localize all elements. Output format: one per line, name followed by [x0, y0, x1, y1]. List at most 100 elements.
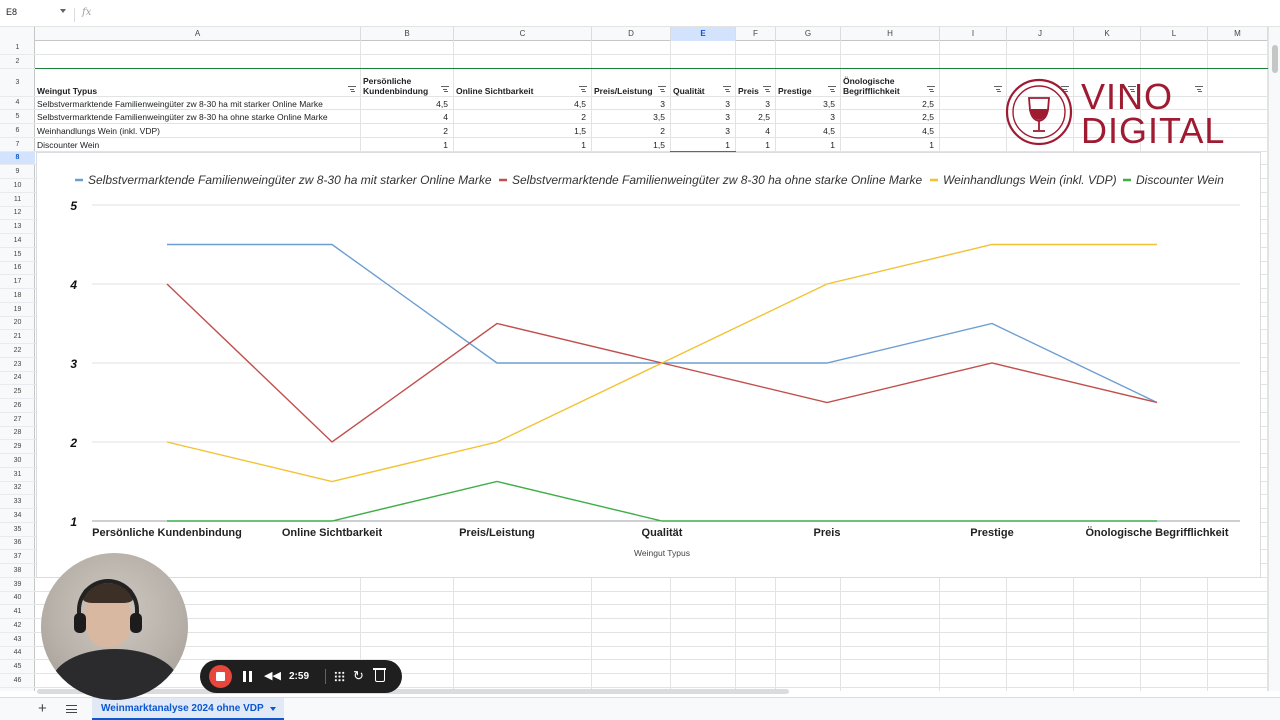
filter-icon[interactable] [579, 85, 587, 92]
row-header-26[interactable]: 26 [0, 399, 35, 413]
filter-icon[interactable] [927, 85, 935, 92]
trash-icon[interactable] [373, 668, 386, 682]
row-header-45[interactable]: 45 [0, 660, 35, 674]
column-header-g[interactable]: G [776, 27, 841, 41]
table-value-cell[interactable]: 3 [778, 112, 839, 123]
sheet-tab-active[interactable]: Weinmarktanalyse 2024 ohne VDP [92, 698, 284, 720]
sheet-tab-dropdown-icon[interactable] [270, 707, 276, 711]
column-header-k[interactable]: K [1074, 27, 1141, 41]
table-value-cell[interactable]: 1 [778, 140, 839, 151]
column-header-l[interactable]: L [1141, 27, 1208, 41]
table-value-cell[interactable]: 2,5 [843, 112, 938, 123]
column-header-m[interactable]: M [1208, 27, 1268, 41]
table-value-cell[interactable]: 3 [673, 126, 734, 137]
row-header-8[interactable]: 8 [0, 151, 35, 166]
table-value-cell[interactable]: 4,5 [456, 99, 590, 110]
filter-icon[interactable] [994, 85, 1002, 92]
row-header-32[interactable]: 32 [0, 482, 35, 496]
table-value-cell[interactable]: 2 [363, 126, 452, 137]
row-header-31[interactable]: 31 [0, 468, 35, 482]
table-header-cell[interactable]: Önologische Begrifflichkeit [843, 71, 926, 96]
row-header-24[interactable]: 24 [0, 372, 35, 386]
row-header-22[interactable]: 22 [0, 344, 35, 358]
table-value-cell[interactable]: 1,5 [594, 140, 669, 151]
row-header-11[interactable]: 11 [0, 193, 35, 207]
table-value-cell[interactable]: 4,5 [363, 99, 452, 110]
line-chart[interactable]: 1 2 3 4 5 Persönliche Kundenbindung Online Sic… [36, 152, 1261, 578]
name-box-dropdown-icon[interactable] [60, 9, 66, 13]
row-header-25[interactable]: 25 [0, 385, 35, 399]
row-header-15[interactable]: 15 [0, 248, 35, 262]
table-header-cell[interactable]: Preis [738, 71, 762, 96]
filter-icon[interactable] [763, 85, 771, 92]
column-header-a[interactable]: A [35, 27, 361, 41]
row-header-41[interactable]: 41 [0, 605, 35, 619]
table-value-cell[interactable]: 4 [738, 126, 774, 137]
table-value-cell[interactable]: 3,5 [778, 99, 839, 110]
row-header-37[interactable]: 37 [0, 550, 35, 564]
row-header-28[interactable]: 28 [0, 427, 35, 441]
table-value-cell[interactable]: 1 [456, 140, 590, 151]
table-value-cell[interactable]: 4,5 [843, 126, 938, 137]
table-value-cell[interactable]: 3 [673, 99, 734, 110]
row-header-39[interactable]: 39 [0, 578, 35, 592]
row-header-9[interactable]: 9 [0, 165, 35, 179]
filter-icon[interactable] [658, 85, 666, 92]
row-header-4[interactable]: 4 [0, 97, 35, 111]
vertical-scrollbar[interactable] [1268, 27, 1280, 691]
table-value-cell[interactable]: 3 [594, 99, 669, 110]
column-header-c[interactable]: C [454, 27, 592, 41]
row-header-16[interactable]: 16 [0, 262, 35, 276]
row-header-12[interactable]: 12 [0, 207, 35, 221]
row-header-3[interactable]: 3 [0, 69, 35, 97]
table-header-cell[interactable]: Persönliche Kundenbindung [363, 71, 440, 96]
table-row-label[interactable]: Selbstvermarktende Familienweingüter zw … [37, 112, 359, 123]
restart-icon[interactable]: ↻ [353, 669, 364, 683]
table-value-cell[interactable]: 3,5 [594, 112, 669, 123]
pause-icon[interactable] [243, 671, 252, 682]
row-header-7[interactable]: 7 [0, 138, 35, 152]
table-header-cell[interactable]: Qualität [673, 71, 722, 96]
table-row-label[interactable]: Selbstvermarktende Familienweingüter zw … [37, 99, 359, 110]
row-header-34[interactable]: 34 [0, 509, 35, 523]
all-sheets-menu-icon[interactable] [66, 705, 77, 713]
table-value-cell[interactable]: 3 [673, 112, 734, 123]
webcam-bubble[interactable] [41, 553, 188, 700]
row-header-20[interactable]: 20 [0, 317, 35, 331]
row-header-6[interactable]: 6 [0, 124, 35, 138]
grid-dots-icon[interactable] [334, 671, 345, 682]
table-value-cell[interactable]: 2 [594, 126, 669, 137]
table-row-label[interactable]: Weinhandlungs Wein (inkl. VDP) [37, 126, 359, 137]
row-header-2[interactable]: 2 [0, 55, 35, 69]
row-header-46[interactable]: 46 [0, 674, 35, 688]
filter-icon[interactable] [828, 85, 836, 92]
row-header-43[interactable]: 43 [0, 633, 35, 647]
table-value-cell[interactable]: 2,5 [738, 112, 774, 123]
table-value-cell[interactable]: 2 [456, 112, 590, 123]
row-header-29[interactable]: 29 [0, 440, 35, 454]
row-header-21[interactable]: 21 [0, 330, 35, 344]
filter-icon[interactable] [441, 85, 449, 92]
row-header-33[interactable]: 33 [0, 495, 35, 509]
row-header-19[interactable]: 19 [0, 303, 35, 317]
row-header-30[interactable]: 30 [0, 454, 35, 468]
table-value-cell[interactable]: 1 [738, 140, 774, 151]
filter-icon[interactable] [348, 85, 356, 92]
row-header-44[interactable]: 44 [0, 647, 35, 661]
select-all-corner[interactable] [0, 27, 35, 41]
row-header-27[interactable]: 27 [0, 413, 35, 427]
table-value-cell[interactable]: 4,5 [778, 126, 839, 137]
table-header-cell[interactable]: Prestige [778, 71, 827, 96]
row-header-23[interactable]: 23 [0, 358, 35, 372]
row-header-38[interactable]: 38 [0, 564, 35, 578]
column-header-b[interactable]: B [361, 27, 454, 41]
table-header-cell[interactable]: Online Sichtbarkeit [456, 71, 578, 96]
column-header-j[interactable]: J [1007, 27, 1074, 41]
table-value-cell[interactable]: 2,5 [843, 99, 938, 110]
column-header-d[interactable]: D [592, 27, 671, 41]
row-header-42[interactable]: 42 [0, 619, 35, 633]
row-header-40[interactable]: 40 [0, 592, 35, 606]
row-header-13[interactable]: 13 [0, 220, 35, 234]
table-value-cell[interactable]: 1,5 [456, 126, 590, 137]
table-header-cell[interactable]: Weingut Typus [37, 71, 347, 96]
